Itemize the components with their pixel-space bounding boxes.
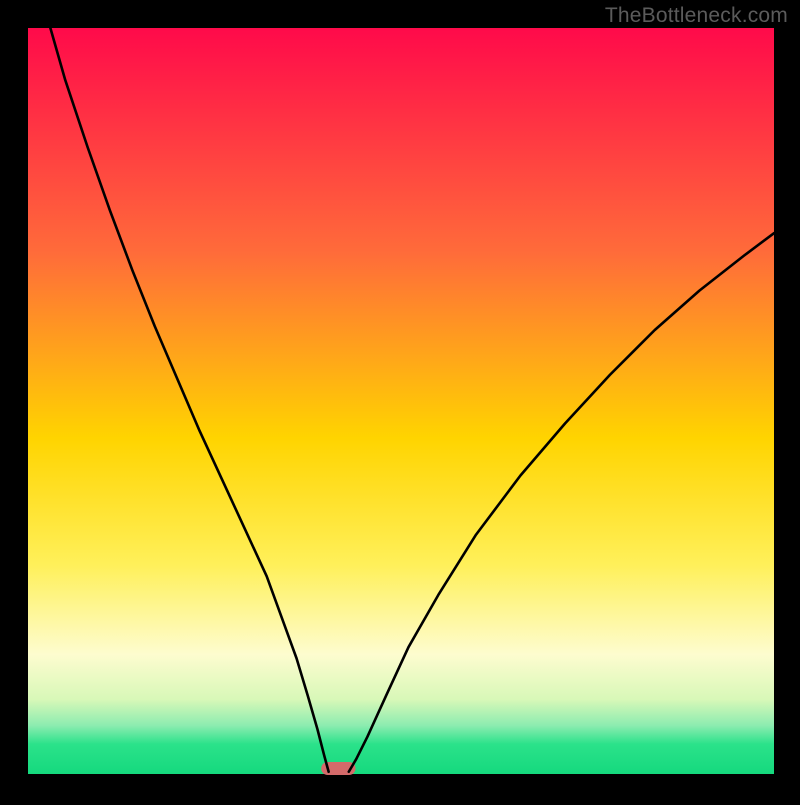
chart-svg [0, 0, 800, 800]
watermark-text: TheBottleneck.com [605, 4, 788, 28]
bottleneck-chart [0, 0, 800, 800]
